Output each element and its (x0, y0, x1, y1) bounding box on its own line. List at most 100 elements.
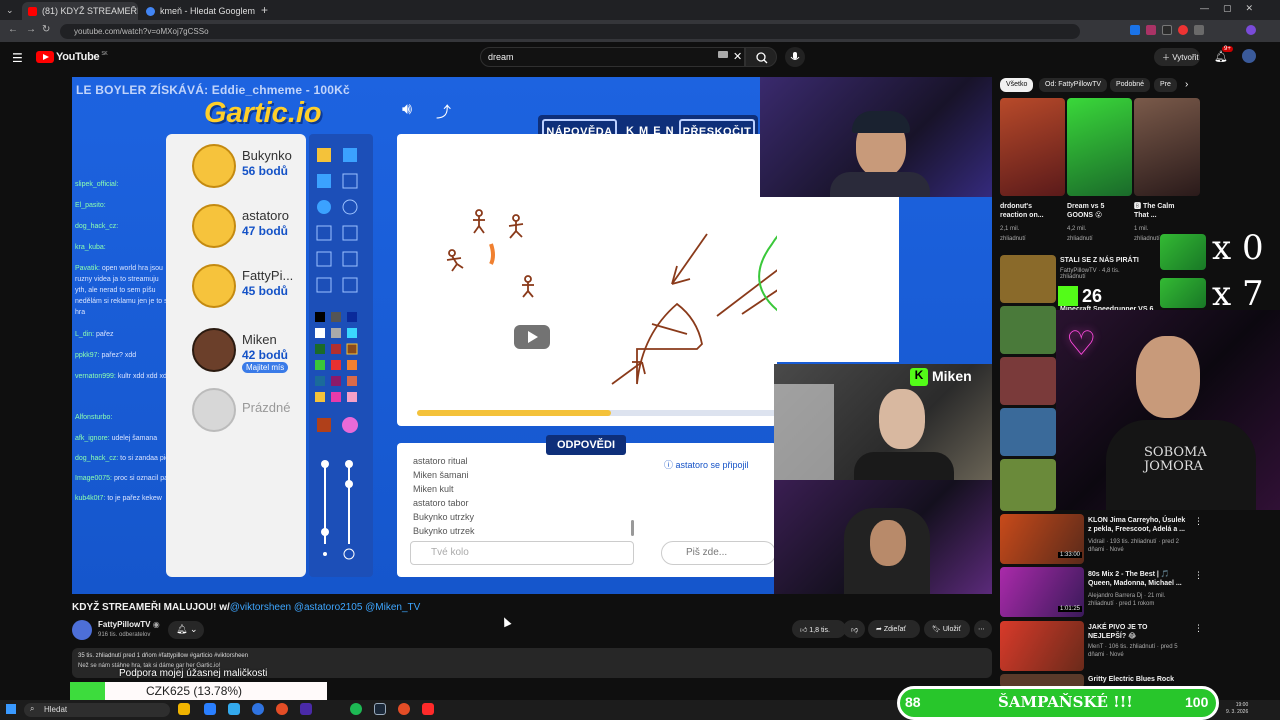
video-player[interactable]: LE BOYLER ZÍSKÁVÁ: Eddie_chmeme - 100Kč … (72, 77, 992, 594)
taskbar-app-icon[interactable] (252, 703, 264, 715)
menu-icon[interactable]: ☰ (12, 51, 23, 65)
save-label: Uložiť (942, 626, 962, 633)
video-thumbnail[interactable] (1000, 255, 1056, 303)
create-button[interactable]: ＋ Vytvořit (1154, 48, 1200, 66)
taskbar-app-icon[interactable] (228, 703, 240, 715)
keyboard-icon[interactable] (718, 51, 728, 58)
extension-icon[interactable] (1130, 25, 1140, 35)
play-button-icon[interactable] (514, 325, 550, 349)
more-icon[interactable]: ⋮ (1194, 516, 1203, 527)
webcam-right: ♡ SOBOMA JOMORA (1056, 310, 1280, 510)
video-title-mentions[interactable]: @viktorsheen @astatoro2105 @Miken_TV (230, 602, 421, 613)
player-list: Bukynko 56 bodů astatoro 47 bodů FattyPi… (166, 134, 306, 577)
share-button[interactable]: ➦ Zdieľať (868, 620, 920, 638)
chip-for-you[interactable]: Pre (1154, 78, 1177, 92)
video-thumbnail[interactable] (1067, 98, 1132, 196)
youtube-logo-icon[interactable] (36, 51, 54, 63)
profile-avatar[interactable] (1246, 25, 1256, 35)
join-notice-text: astatoro se připojil (675, 460, 749, 470)
channel-name[interactable]: FattyPillowTV ◉ (98, 620, 160, 629)
video-thumbnail[interactable] (1000, 306, 1056, 354)
taskbar-app-icon[interactable] (276, 703, 288, 715)
video-views: 4,2 mil. (1067, 226, 1087, 232)
taskbar-app-icon[interactable] (422, 703, 434, 715)
player-avatar (192, 144, 236, 188)
search-button[interactable] (745, 47, 777, 67)
taskbar-app-icon[interactable] (204, 703, 216, 715)
video-title[interactable]: Gritty Electric Blues Rock (1088, 676, 1174, 683)
save-button[interactable]: 🔖︎ Uložiť (924, 620, 970, 638)
taskbar-app-icon[interactable] (374, 703, 386, 715)
video-title[interactable]: JAKÉ PIVO JE TO NEJLEPŠÍ? 😂 (1088, 623, 1186, 641)
account-avatar[interactable] (1242, 49, 1256, 63)
extension-icon[interactable] (1162, 25, 1172, 35)
search-input[interactable]: dream (480, 47, 745, 67)
taskbar-app-icon[interactable] (350, 703, 362, 715)
player-name: Prázdné (242, 400, 291, 415)
close-icon[interactable]: ✕ (255, 6, 256, 17)
video-views: 2,1 mil. (1000, 226, 1020, 232)
streamer-name: Miken (932, 368, 972, 384)
back-icon[interactable]: ← (8, 24, 18, 35)
answers-scrollbar (631, 520, 634, 536)
more-icon[interactable]: ⋮ (1194, 623, 1203, 634)
channel-avatar[interactable] (72, 620, 92, 640)
video-title[interactable]: STALI SE Z NÁS PIRÁTI (1060, 257, 1139, 264)
player-avatar (192, 328, 236, 372)
forward-icon[interactable]: → (26, 24, 36, 35)
youtube-wordmark[interactable]: YouTube SK (56, 51, 108, 63)
reload-icon[interactable]: ↻ (42, 24, 50, 35)
video-meta: Alejandro Barrera Dj · 21 mil. zhliadnut… (1088, 593, 1166, 607)
video-thumbnail[interactable] (1134, 98, 1200, 196)
dislike-button[interactable]: 👎︎ (843, 620, 865, 638)
like-button[interactable]: 👍︎ 1,8 tis. (792, 620, 846, 638)
clock-time: 19:00 (1235, 702, 1249, 708)
video-thumbnail[interactable] (1000, 408, 1056, 456)
video-title[interactable]: Dream vs 5 GOONS 😮 (1067, 202, 1125, 220)
clear-search-icon[interactable]: ✕ (733, 50, 742, 63)
donation-banner: LE BOYLER ZÍSKÁVÁ: Eddie_chmeme - 100Kč (76, 83, 350, 97)
streamer-cap (852, 111, 910, 133)
taskbar-app-icon[interactable] (178, 703, 190, 715)
window-controls[interactable]: —▢✕ (1200, 3, 1267, 14)
gartic-logo: Gartic.io (204, 97, 322, 129)
extension-icon[interactable] (1178, 25, 1188, 35)
webcam-bottom (774, 480, 992, 594)
extension-icon[interactable] (1146, 25, 1156, 35)
taskbar-app-icon[interactable] (398, 703, 410, 715)
tab-search-icon[interactable]: ⌄ (6, 5, 14, 16)
more-actions-button[interactable]: ⋯ (974, 620, 992, 638)
tab-google[interactable]: kmeň - Hledat Googlem ✕ (140, 2, 256, 20)
chip-related[interactable]: Podobné (1110, 78, 1151, 92)
video-title[interactable]: KLON Jima Carreyho, Úsulek z pekla, Free… (1088, 516, 1186, 534)
voice-search-button[interactable] (785, 47, 805, 67)
subscriber-count: 916 tis. odberatelov (98, 632, 151, 638)
video-thumbnail[interactable] (1000, 459, 1056, 511)
support-overlay-text: Podpora mojej úžasnej maličkosti (119, 668, 268, 679)
video-title[interactable]: drdonut's reaction on... (1000, 202, 1058, 220)
more-icon[interactable]: ⋮ (1194, 570, 1203, 581)
extension-icon[interactable] (1194, 25, 1204, 35)
answer-item: Miken kult (413, 484, 454, 494)
chip-all[interactable]: Všetko (1000, 78, 1034, 92)
taskbar-app-icon[interactable] (300, 703, 312, 715)
overlay-bottles (1160, 234, 1206, 270)
chevron-right-icon[interactable]: › (1185, 79, 1188, 90)
video-thumbnail[interactable] (1000, 621, 1084, 671)
logo-text: YouTube (56, 51, 100, 63)
video-thumbnail[interactable] (1000, 357, 1056, 405)
answer-item: Bukynko utrzky (413, 512, 475, 522)
tab-active[interactable]: (81) KDYŽ STREAMEŘI MALUJO ✕ (22, 2, 138, 20)
video-thumbnail[interactable] (1000, 98, 1065, 196)
video-title[interactable]: 80s Mix 2 - The Best | 🎵 Queen, Madonna,… (1088, 570, 1186, 588)
windows-start-icon[interactable] (6, 704, 16, 714)
video-title[interactable]: 🅱 The Calm That ... (1134, 202, 1186, 220)
taskbar-clock[interactable]: 19:00 9. 3. 2026 (1226, 702, 1248, 716)
subscribe-bell-button[interactable]: 🔔︎ ⌄ (168, 621, 204, 639)
chip-channel[interactable]: Od: FattyPillowTV (1039, 78, 1108, 92)
new-tab-button[interactable]: + (261, 3, 268, 17)
url-field[interactable]: youtube.com/watch?v=oMXoj7gCSSo (60, 24, 1080, 39)
overlay-bottles (1160, 278, 1206, 308)
shirt-print: SOBOMA JOMORA (1144, 445, 1207, 474)
taskbar-search[interactable]: ⌕ Hledat (24, 703, 170, 717)
